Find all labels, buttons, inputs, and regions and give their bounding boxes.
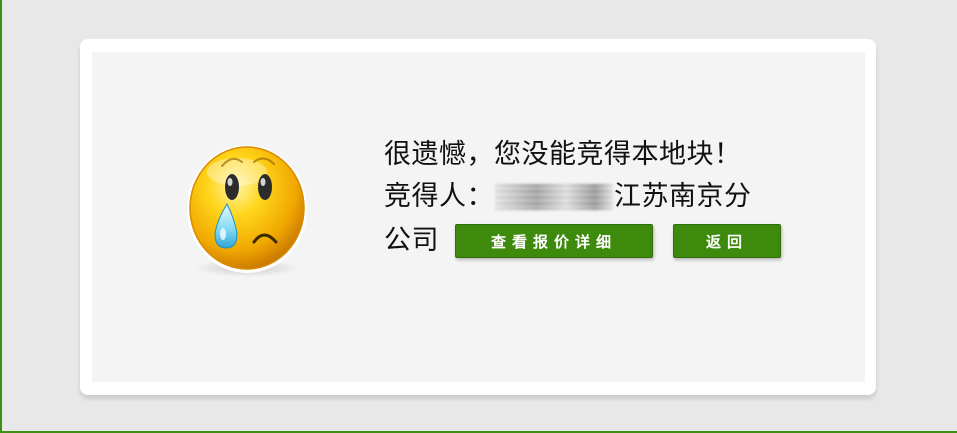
winner-label: 竞得人： bbox=[384, 181, 494, 212]
view-quote-details-button[interactable]: 查看报价详细 bbox=[455, 224, 653, 258]
winner-name-end: 公司 bbox=[384, 225, 439, 256]
crying-face-icon bbox=[187, 145, 307, 277]
redacted-winner-name bbox=[495, 184, 613, 210]
back-button[interactable]: 返回 bbox=[673, 224, 781, 258]
result-dialog: 很遗憾，您没能竞得本地块！ 竞得人： 江苏南京分 公司 查看报价详细 返回 bbox=[80, 39, 876, 395]
bid-result-message: 很遗憾，您没能竞得本地块！ 竞得人： 江苏南京分 公司 查看报价详细 返回 bbox=[384, 134, 824, 262]
winner-line: 竞得人： 江苏南京分 bbox=[384, 176, 824, 218]
winner-line-continued: 公司 查看报价详细 返回 bbox=[384, 220, 824, 262]
result-panel: 很遗憾，您没能竞得本地块！ 竞得人： 江苏南京分 公司 查看报价详细 返回 bbox=[92, 52, 865, 382]
winner-name-suffix: 江苏南京分 bbox=[614, 181, 752, 212]
bid-failed-text: 很遗憾，您没能竞得本地块！ bbox=[384, 139, 742, 170]
